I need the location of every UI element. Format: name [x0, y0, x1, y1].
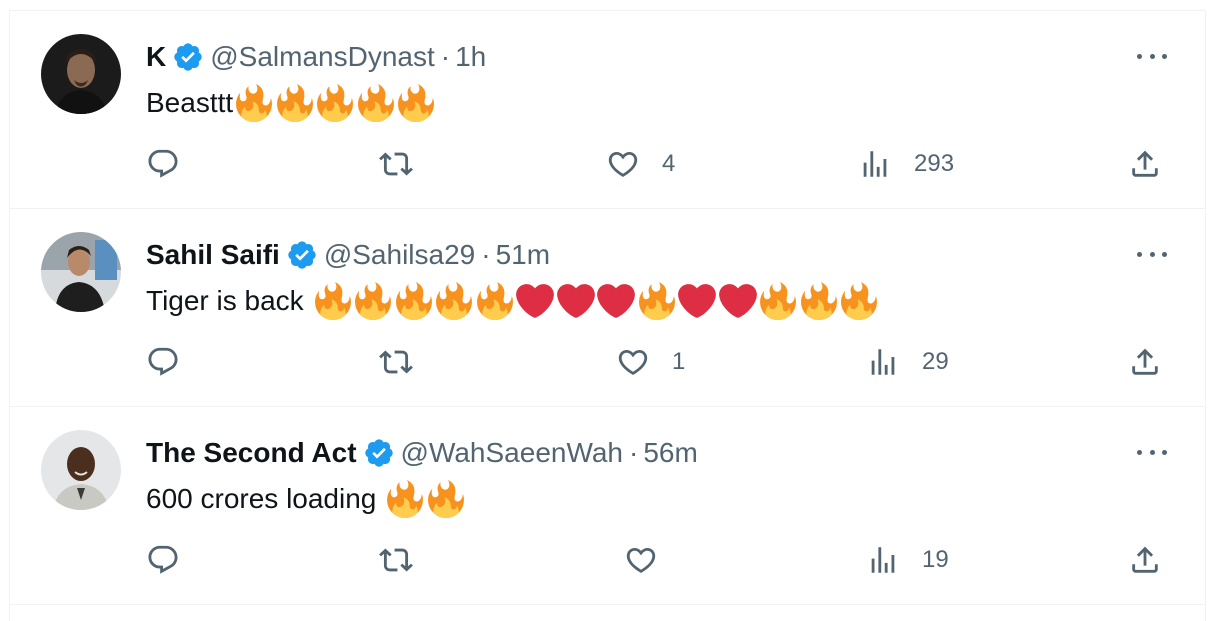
fire-emoji	[386, 480, 424, 518]
timeline: K @SalmansDynast · 1h Beasttt 4 293 Sahi…	[9, 10, 1206, 621]
retweet-icon	[379, 543, 413, 577]
tweet-header: Sahil Saifi @Sahilsa29 · 51m	[146, 238, 550, 272]
fire-emoji	[235, 84, 273, 122]
heart-icon	[616, 345, 650, 379]
tweet[interactable]: K @SalmansDynast · 1h Beasttt 4 293	[10, 11, 1205, 209]
emoji-row	[386, 480, 467, 518]
retweet-icon	[379, 345, 413, 379]
retweet-icon	[379, 147, 413, 181]
tweet-body: Beasttt	[146, 87, 234, 118]
like-count: 1	[672, 348, 686, 375]
retweet-button[interactable]	[379, 342, 435, 382]
more-dots-icon[interactable]	[1137, 445, 1167, 459]
share-icon	[1128, 147, 1162, 181]
display-name[interactable]: Sahil Saifi	[146, 238, 280, 272]
views-icon	[866, 345, 900, 379]
verified-badge-icon	[286, 239, 318, 271]
separator-dot: ·	[481, 239, 491, 270]
like-button[interactable]: 4	[606, 144, 675, 184]
user-handle[interactable]: @WahSaeenWah	[401, 436, 623, 470]
views-button[interactable]: 29	[866, 342, 949, 382]
fire-emoji	[476, 282, 514, 320]
views-button[interactable]: 19	[866, 540, 949, 580]
share-button[interactable]	[1128, 144, 1162, 184]
heart-icon	[624, 543, 658, 577]
tweet[interactable]: The Second Act @WahSaeenWah · 56m 600 cr…	[10, 407, 1205, 605]
view-count: 19	[922, 546, 949, 573]
fire-emoji	[316, 84, 354, 122]
separator-dot: ·	[629, 437, 639, 468]
heart-emoji	[556, 282, 595, 320]
fire-emoji	[638, 282, 676, 320]
fire-emoji	[276, 84, 314, 122]
like-button[interactable]	[624, 540, 680, 580]
views-button[interactable]: 293	[858, 144, 954, 184]
like-button[interactable]: 1	[616, 342, 685, 382]
view-count: 293	[914, 150, 955, 177]
reply-button[interactable]	[146, 342, 202, 382]
fire-emoji	[840, 282, 878, 320]
retweet-button[interactable]	[379, 144, 435, 184]
reply-icon	[146, 345, 180, 379]
tweet-body: 600 crores loading	[146, 483, 377, 514]
views-icon	[858, 147, 892, 181]
heart-emoji	[516, 282, 555, 320]
fire-emoji	[397, 84, 435, 122]
display-name[interactable]: K	[146, 40, 166, 74]
more-dots-icon[interactable]	[1137, 49, 1167, 63]
more-dots-icon[interactable]	[1137, 247, 1167, 261]
timestamp[interactable]: 56m	[643, 436, 697, 470]
reply-icon	[146, 543, 180, 577]
avatar[interactable]	[41, 34, 121, 114]
emoji-row	[314, 282, 881, 320]
retweet-button[interactable]	[379, 540, 435, 580]
separator-dot: ·	[440, 41, 451, 72]
tweet-header: K @SalmansDynast · 1h	[146, 40, 486, 74]
tweet[interactable]: Sahil Saifi @Sahilsa29 · 51m Tiger is ba…	[10, 209, 1205, 407]
fire-emoji	[759, 282, 797, 320]
fire-emoji	[395, 282, 433, 320]
reply-button[interactable]	[146, 144, 202, 184]
verified-badge-icon	[363, 437, 395, 469]
share-button[interactable]	[1128, 540, 1162, 580]
heart-emoji	[718, 282, 757, 320]
timestamp[interactable]: 1h	[455, 40, 486, 74]
emoji-row	[235, 84, 438, 122]
share-icon	[1128, 345, 1162, 379]
user-handle[interactable]: @Sahilsa29	[324, 238, 475, 272]
fire-emoji	[427, 480, 465, 518]
heart-emoji	[597, 282, 636, 320]
timestamp[interactable]: 51m	[496, 238, 550, 272]
fire-emoji	[314, 282, 352, 320]
view-count: 29	[922, 348, 949, 375]
fire-emoji	[435, 282, 473, 320]
tweet-text: 600 crores loading	[146, 479, 467, 519]
tweet-text: Beasttt	[146, 83, 438, 123]
avatar[interactable]	[41, 232, 121, 312]
reply-button[interactable]	[146, 540, 202, 580]
share-icon	[1128, 543, 1162, 577]
heart-icon	[606, 147, 640, 181]
heart-emoji	[678, 282, 717, 320]
like-count: 4	[662, 150, 676, 177]
tweet-body: Tiger is back	[146, 285, 304, 316]
fire-emoji	[357, 84, 395, 122]
user-handle[interactable]: @SalmansDynast	[210, 40, 435, 74]
share-button[interactable]	[1128, 342, 1162, 382]
verified-badge-icon	[172, 41, 204, 73]
tweet-header: The Second Act @WahSaeenWah · 56m	[146, 436, 698, 470]
views-icon	[866, 543, 900, 577]
fire-emoji	[354, 282, 392, 320]
display-name[interactable]: The Second Act	[146, 436, 357, 470]
avatar[interactable]	[41, 430, 121, 510]
tweet-text: Tiger is back	[146, 281, 881, 321]
reply-icon	[146, 147, 180, 181]
fire-emoji	[800, 282, 838, 320]
